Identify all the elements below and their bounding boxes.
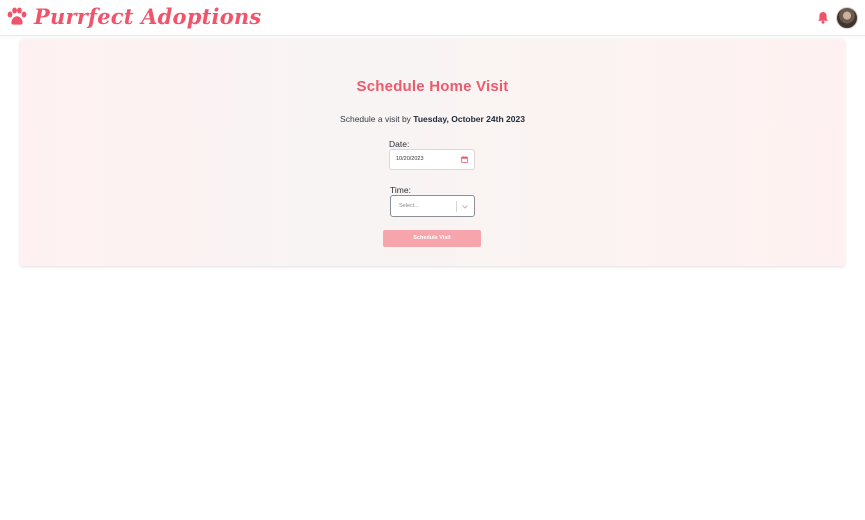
- calendar-icon[interactable]: [461, 156, 468, 163]
- time-select[interactable]: Select...: [390, 195, 475, 217]
- time-label: Time:: [390, 185, 411, 195]
- paw-icon: [7, 7, 27, 25]
- date-field[interactable]: 10/20/2023: [389, 149, 475, 170]
- deadline-date: Tuesday, October 24th 2023: [413, 114, 525, 124]
- schedule-visit-button[interactable]: Schedule Visit: [383, 230, 481, 247]
- brand-name: Purrfect Adoptions: [34, 4, 262, 29]
- user-avatar[interactable]: [836, 7, 858, 29]
- bell-icon[interactable]: [817, 11, 829, 24]
- top-navigation-bar: Purrfect Adoptions: [0, 0, 865, 36]
- date-label: Date:: [389, 139, 410, 149]
- chevron-down-icon[interactable]: [461, 203, 469, 210]
- time-placeholder: Select...: [399, 203, 419, 209]
- schedule-subtitle: Schedule a visit by Tuesday, October 24t…: [0, 114, 865, 124]
- brand-logo[interactable]: Purrfect Adoptions: [6, 4, 261, 30]
- subtitle-prefix: Schedule a visit by: [340, 114, 414, 124]
- page-title: Schedule Home Visit: [356, 78, 509, 95]
- select-separator: [456, 201, 457, 212]
- date-value: 10/20/2023: [396, 156, 424, 162]
